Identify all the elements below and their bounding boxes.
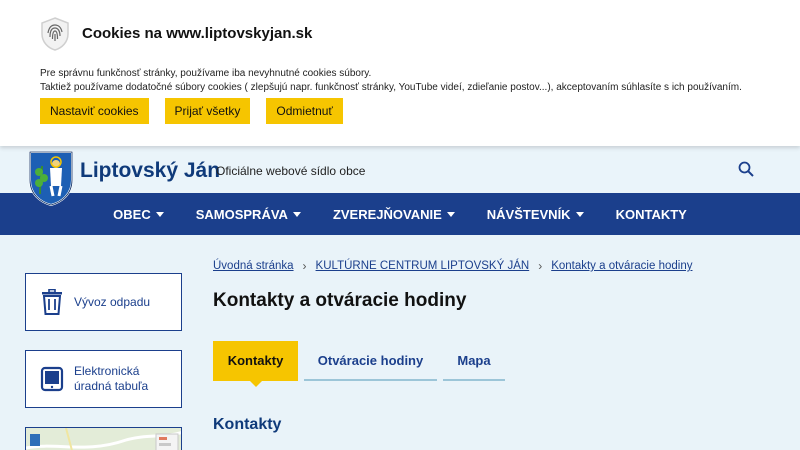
nav-item-label: ZVEREJŇOVANIE — [332, 206, 442, 222]
cookie-text-line1: Pre správnu funkčnosť stránky, používame… — [40, 68, 372, 79]
nav-item-navstevnik[interactable]: NÁVŠTEVNÍK — [487, 207, 584, 222]
sidebar-card-waste-collection[interactable]: Vývoz odpadu — [25, 273, 182, 331]
breadcrumb-current-link[interactable]: Kontakty a otváracie hodiny — [551, 260, 692, 272]
nav-item-samosprava[interactable]: SAMOSPRÁVA — [196, 207, 301, 222]
section-title-contacts: Kontakty — [213, 416, 282, 433]
tab-mapa[interactable]: Mapa — [443, 341, 505, 381]
sidebar-card-label: Vývoz odpadu — [74, 294, 151, 309]
cookie-banner: Cookies na www.liptovskyjan.sk Pre správ… — [0, 0, 800, 146]
content-tabs: Kontakty Otváracie hodiny Mapa — [213, 341, 511, 387]
caret-down-icon — [575, 211, 584, 217]
sidebar-card-official-board[interactable]: Elektronická úradná tabuľa — [25, 350, 182, 408]
caret-down-icon — [292, 211, 301, 217]
nav-item-label: OBEC — [113, 206, 151, 222]
chevron-right-icon: › — [302, 259, 307, 273]
cookie-reject-button[interactable]: Odmietnuť — [266, 98, 343, 124]
site-name[interactable]: Liptovský Ján — [80, 159, 220, 183]
tablet-icon — [40, 366, 64, 392]
tab-otvaracie-hodiny[interactable]: Otváracie hodiny — [304, 341, 437, 381]
nav-item-zverejnovanie[interactable]: ZVEREJŇOVANIE — [333, 207, 455, 222]
cookie-text: Pre správnu funkčnosť stránky, používame… — [40, 67, 780, 95]
coat-of-arms-logo[interactable] — [28, 150, 74, 206]
nav-item-label: NÁVŠTEVNÍK — [486, 206, 571, 222]
site-subtitle: Oficiálne webové sídlo obce — [216, 164, 366, 178]
cookie-title: Cookies na www.liptovskyjan.sk — [82, 25, 313, 42]
sidebar-card-label-line1: Elektronická — [74, 364, 140, 378]
breadcrumb-home-link[interactable]: Úvodná stránka — [213, 260, 294, 272]
sidebar-card-label: Elektronická úradná tabuľa — [74, 364, 148, 394]
fingerprint-shield-icon — [41, 17, 69, 51]
cookie-text-line2: Taktiež používame dodatočné súbory cooki… — [40, 82, 742, 93]
sidebar-card-map[interactable] — [25, 427, 182, 450]
chevron-right-icon: › — [538, 259, 543, 273]
map-thumbnail-image — [26, 428, 181, 450]
main-nav: OBEC SAMOSPRÁVA ZVEREJŇOVANIE NÁVŠTEVNÍK… — [0, 193, 800, 235]
breadcrumb-culture-center-link[interactable]: KULTÚRNE CENTRUM LIPTOVSKÝ JÁN — [316, 260, 530, 272]
cookie-settings-button[interactable]: Nastaviť cookies — [40, 98, 149, 124]
sidebar-card-label-line2: úradná tabuľa — [74, 379, 149, 393]
nav-item-obec[interactable]: OBEC — [113, 207, 164, 222]
nav-item-label: KONTAKTY — [615, 206, 687, 222]
caret-down-icon — [446, 211, 455, 217]
cookie-buttons: Nastaviť cookies Prijať všetky Odmietnuť — [40, 98, 343, 124]
nav-item-kontakty[interactable]: KONTAKTY — [616, 207, 687, 222]
breadcrumb: Úvodná stránka › KULTÚRNE CENTRUM LIPTOV… — [213, 259, 692, 273]
trash-icon — [42, 289, 62, 315]
caret-down-icon — [155, 211, 164, 217]
tab-kontakty[interactable]: Kontakty — [213, 341, 298, 387]
search-icon[interactable] — [737, 160, 755, 178]
nav-item-label: SAMOSPRÁVA — [195, 206, 288, 222]
page-title: Kontakty a otváracie hodiny — [213, 290, 467, 311]
cookie-accept-all-button[interactable]: Prijať všetky — [164, 98, 251, 124]
